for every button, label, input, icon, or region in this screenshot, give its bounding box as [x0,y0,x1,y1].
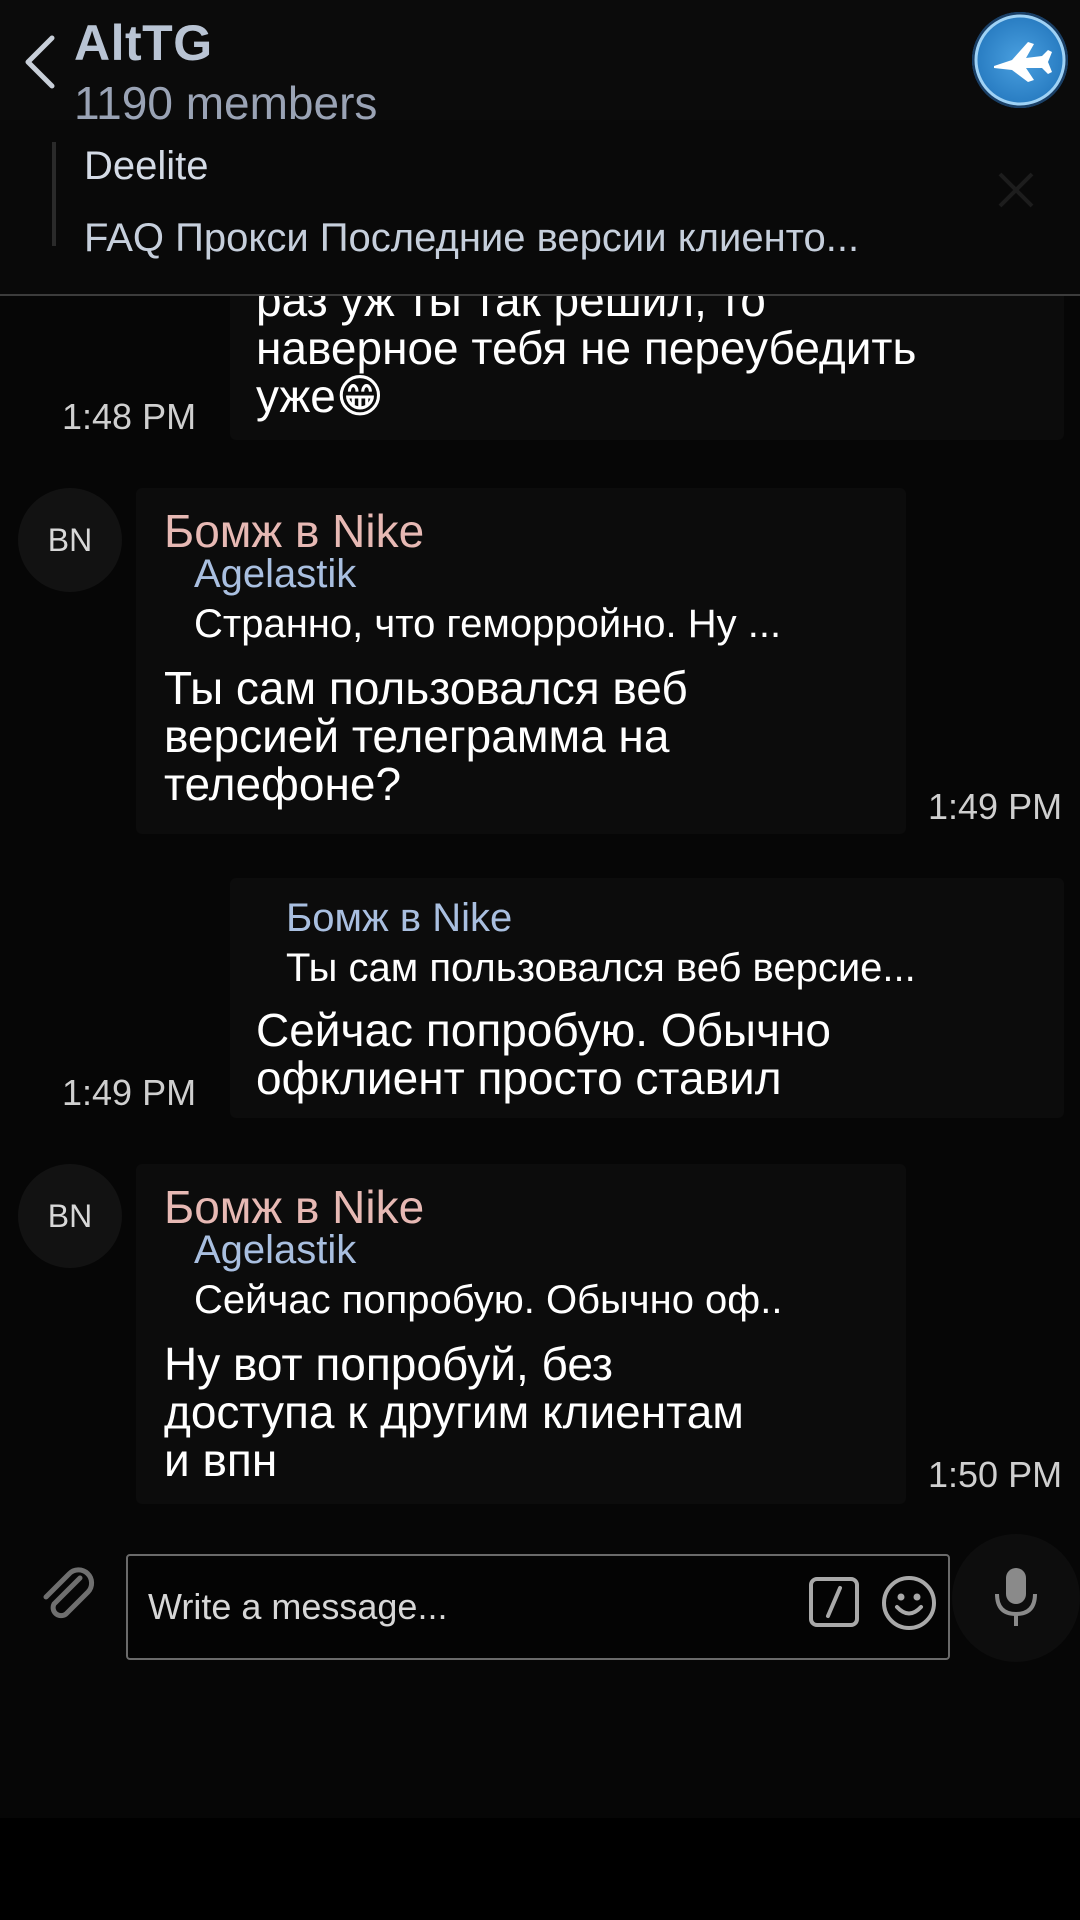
message-bubble-outgoing[interactable]: Бомж в Nike Ты сам пользовался веб верси… [230,878,1064,1118]
message-input-placeholder: Write a message... [148,1586,448,1627]
avatar[interactable]: BN [18,488,122,592]
message-text: Ты сам пользовался веб версией телеграмм… [164,662,688,810]
navigation-bar-area [0,1818,1080,1920]
pinned-message[interactable]: Deelite FAQ Прокси Последние версии клие… [0,120,1080,296]
chevron-left-icon [25,35,55,89]
close-icon[interactable] [990,164,1042,216]
message-bubble-outgoing[interactable]: раз уж ты так решил, то наверное тебя не… [230,296,1064,440]
pinned-accent-bar [52,142,56,246]
paperclip-icon[interactable] [36,1564,96,1624]
reply-preview[interactable]: Ты сам пользовался веб версие... [286,946,916,991]
reply-author[interactable]: Agelastik [194,1228,356,1273]
reply-author[interactable]: Agelastik [194,552,356,597]
message-time: 1:48 PM [62,396,197,437]
message-time: 1:49 PM [62,1072,197,1113]
sender-name[interactable]: Бомж в Nike [164,1180,424,1234]
plane-logo-icon [974,14,1066,106]
chat-header: AltTG 1190 members [0,0,1080,129]
chat-screen: AltTG 1190 members Deelite FAQ Прокси По… [0,0,1080,1818]
record-voice-button[interactable] [952,1534,1080,1662]
smiley-icon[interactable] [880,1574,938,1632]
avatar[interactable]: BN [18,1164,122,1268]
slash-command-icon[interactable] [808,1576,860,1628]
message-time: 1:50 PM [928,1454,1063,1495]
message-text: раз уж ты так решил, то наверное тебя не… [256,296,917,422]
pinned-text: FAQ Прокси Последние версии клиенто... [84,216,860,260]
pinned-title: Deelite [84,144,209,188]
reply-preview[interactable]: Сейчас попробую. Обычно оф.. [194,1278,782,1323]
chat-title[interactable]: AltTG [74,14,213,72]
microphone-icon [995,1568,1037,1626]
message-input[interactable]: Write a message... [126,1554,950,1660]
back-button[interactable] [18,30,62,94]
message-text: Сейчас попробую. Обычно офклиент просто … [256,1004,831,1104]
reply-author[interactable]: Бомж в Nike [286,896,512,941]
message-text: Ну вот попробуй, без доступа к другим кл… [164,1338,744,1486]
reply-preview[interactable]: Странно, что геморройно. Ну ... [194,602,781,647]
message-bubble-incoming[interactable]: Бомж в Nike Agelastik Странно, что гемор… [136,488,906,834]
sender-name[interactable]: Бомж в Nike [164,504,424,558]
message-bubble-incoming[interactable]: Бомж в Nike Agelastik Сейчас попробую. О… [136,1164,906,1504]
message-list[interactable]: раз уж ты так решил, то наверное тебя не… [0,296,1080,1526]
group-avatar[interactable] [972,12,1068,108]
message-time: 1:49 PM [928,786,1063,827]
